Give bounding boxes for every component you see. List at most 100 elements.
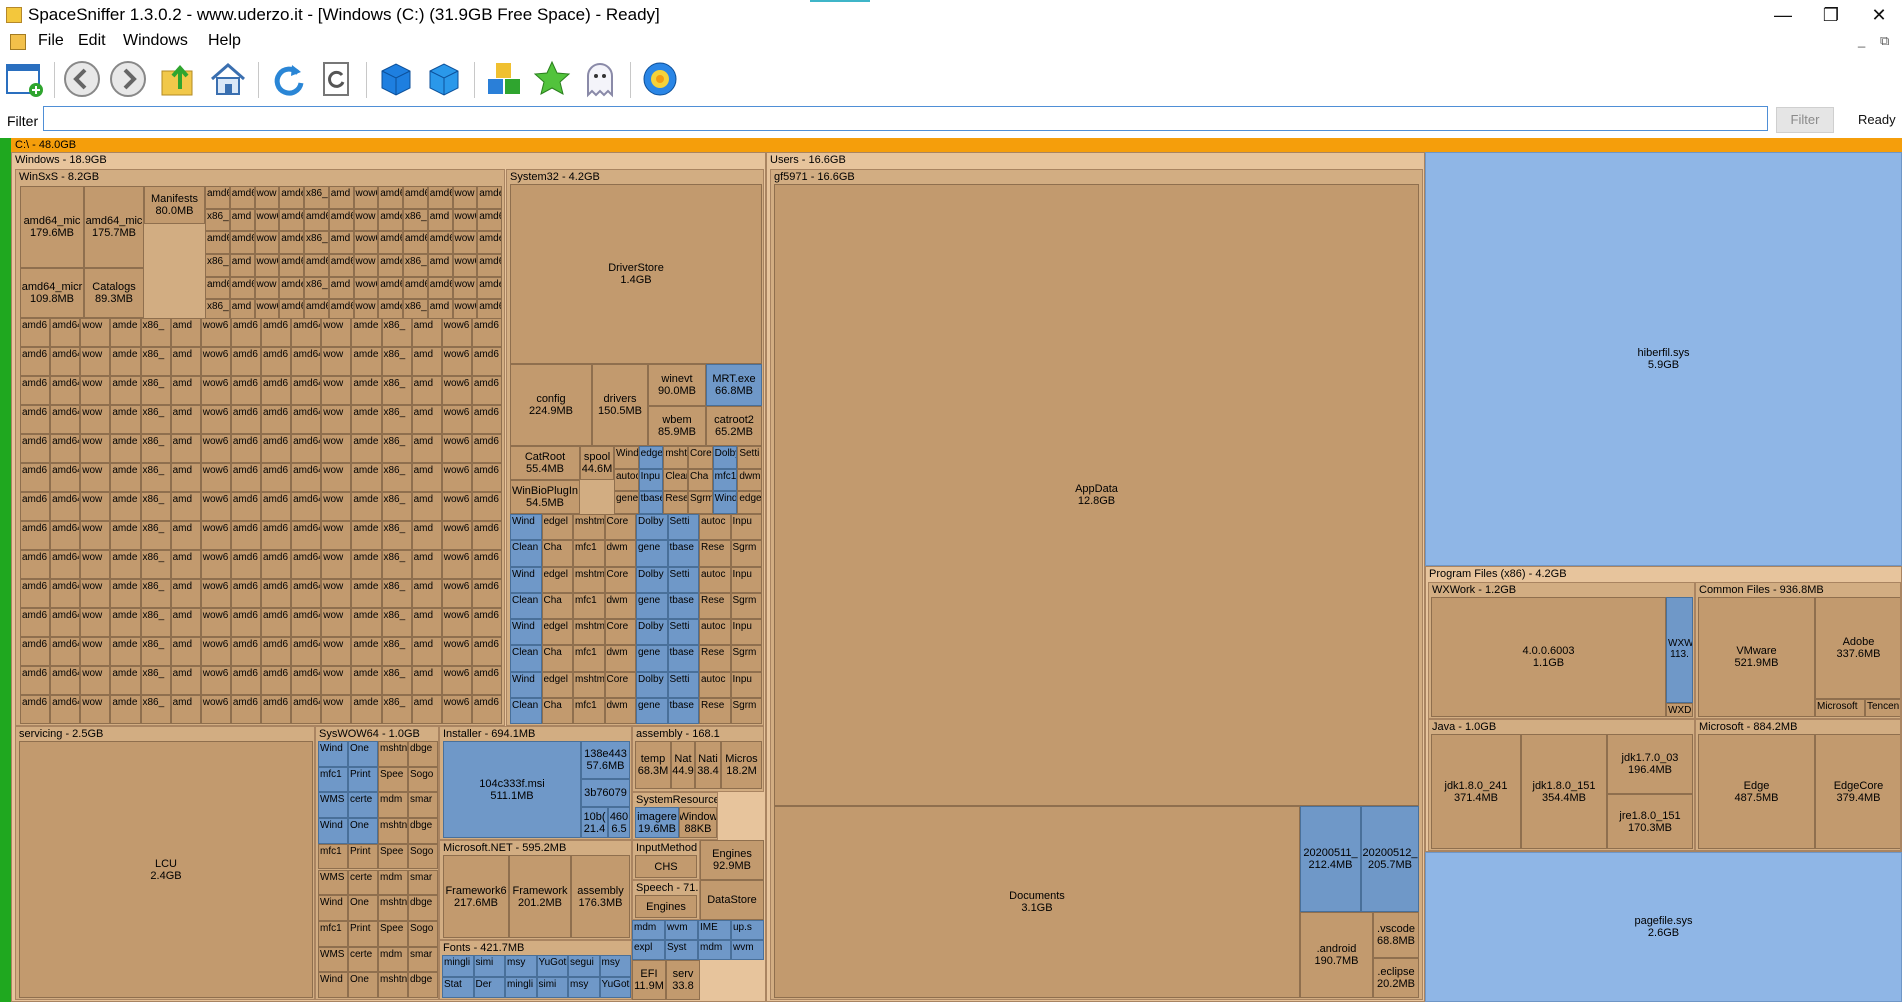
small-file-cell[interactable]: wow (80, 318, 111, 347)
file-spool[interactable]: spool 44.6M (580, 446, 614, 480)
small-file-cell[interactable]: amde (110, 608, 141, 637)
small-file-cell[interactable]: Clean (510, 697, 542, 724)
small-file-cell[interactable]: x86_ (205, 254, 230, 277)
folder-vscode[interactable]: .vscode 68.8MB (1373, 912, 1419, 958)
folder-program-files-x86[interactable]: Program Files (x86) - 4.2GB WXWork - 1.2… (1425, 566, 1902, 852)
small-file-cell[interactable]: wow6 (441, 463, 472, 492)
small-file-cell[interactable]: wow (321, 579, 352, 608)
folder-systemresource[interactable]: SystemResource imagere 19.6MB Window 88KB (632, 792, 718, 840)
small-file-cell[interactable]: amd6 (471, 463, 502, 492)
small-file-cell[interactable]: x86_ (381, 347, 412, 376)
folder-jdk241[interactable]: jdk1.8.0_241 371.4MB (1431, 734, 1521, 849)
small-file-cell[interactable]: wow (321, 550, 352, 579)
small-file-cell[interactable]: amd64 (427, 231, 453, 254)
small-file-cell[interactable]: x86_ (381, 637, 412, 666)
small-file-cell[interactable]: Wind (318, 972, 348, 998)
small-file-cell[interactable]: IME (698, 920, 731, 940)
small-file-cell[interactable]: x86_ (381, 608, 412, 637)
small-file-cell[interactable]: x86_ (140, 637, 171, 666)
small-file-cell[interactable]: Print (348, 920, 378, 947)
small-file-cell[interactable]: amd6 (20, 637, 51, 666)
file-speech-engines[interactable]: Engines (635, 895, 697, 918)
small-file-cell[interactable]: amd64 (291, 434, 322, 463)
folder-inputmethod[interactable]: InputMethod CHS (632, 840, 700, 880)
file-wxw[interactable]: WXW 113. (1666, 597, 1693, 703)
folder-fonts[interactable]: Fonts - 421.7MB minglisimimsyYuGothsegui… (439, 940, 632, 1000)
small-file-cell[interactable]: dbge (408, 741, 438, 767)
file-winsxs-1[interactable]: amd64_mic 179.6MB (20, 186, 84, 268)
small-file-cell[interactable]: amd (170, 347, 201, 376)
small-file-cell[interactable]: Inpu (638, 468, 664, 492)
small-file-cell[interactable]: wow6 (353, 276, 379, 300)
small-file-cell[interactable]: mshtn (378, 972, 408, 998)
small-file-cell[interactable]: wow (321, 695, 352, 724)
small-file-cell[interactable]: amd64 (50, 434, 81, 463)
small-file-cell[interactable]: amd6 (230, 521, 261, 550)
small-file-cell[interactable]: amd6 (20, 521, 51, 550)
small-file-cell[interactable]: amd6 (279, 208, 304, 232)
small-file-cell[interactable]: mshtn (378, 741, 408, 767)
small-file-cell[interactable]: amd6 (471, 666, 502, 695)
small-file-cell[interactable]: wow6 (200, 608, 231, 637)
small-file-cell[interactable]: mshtml (573, 514, 605, 541)
back-icon[interactable] (62, 59, 102, 99)
small-file-cell[interactable]: amde (351, 463, 382, 492)
filter-input[interactable] (43, 106, 1768, 131)
small-file-cell[interactable]: Syst (665, 940, 698, 960)
small-file-cell[interactable]: amd (328, 231, 354, 254)
small-file-cell[interactable]: wow6 (441, 405, 472, 434)
small-file-cell[interactable]: amd6 (477, 208, 502, 232)
small-file-cell[interactable]: mfc1 (573, 540, 605, 567)
small-file-cell[interactable]: x86_ (140, 376, 171, 405)
folder-20200511[interactable]: 20200511_ 212.4MB (1300, 806, 1361, 912)
small-file-cell[interactable]: dbge (408, 895, 438, 921)
small-file-cell[interactable]: wow6 (353, 186, 379, 209)
small-file-cell[interactable]: amd64 (50, 521, 81, 550)
small-file-cell[interactable]: x86_ (140, 666, 171, 695)
small-file-cell[interactable]: wow6 (441, 608, 472, 637)
small-file-cell[interactable]: mfc1 (712, 468, 738, 492)
file-assembly-net[interactable]: assembly 176.3MB (571, 855, 630, 938)
small-file-cell[interactable]: x86_ (140, 521, 171, 550)
small-file-cell[interactable]: amd6 (304, 254, 329, 277)
small-file-cell[interactable]: Sgrm (730, 592, 762, 619)
small-file-cell[interactable]: expl (632, 940, 665, 960)
small-file-cell[interactable]: Core (604, 619, 636, 646)
small-file-cell[interactable]: Spee (378, 766, 408, 793)
small-file-cell[interactable]: mdm (378, 869, 408, 896)
small-file-cell[interactable]: amd6 (230, 666, 261, 695)
small-file-cell[interactable]: Sogo (408, 843, 438, 870)
small-file-cell[interactable]: amd6 (261, 608, 292, 637)
small-file-cell[interactable]: x86_ (381, 405, 412, 434)
small-file-cell[interactable]: amde (351, 318, 382, 347)
small-file-cell[interactable]: Spee (378, 920, 408, 947)
small-file-cell[interactable]: msy (568, 976, 600, 998)
small-file-cell[interactable]: wow6 (200, 637, 231, 666)
small-file-cell[interactable]: amd64 (50, 579, 81, 608)
small-file-cell[interactable]: amde (110, 550, 141, 579)
up-folder-icon[interactable] (158, 59, 198, 99)
small-file-cell[interactable]: gene (614, 491, 639, 514)
small-file-cell[interactable]: wow6 (200, 521, 231, 550)
file-msi-3b76[interactable]: 3b76079 (581, 779, 630, 807)
small-file-cell[interactable]: wow (80, 347, 111, 376)
small-file-cell[interactable]: Core (604, 671, 636, 698)
small-file-cell[interactable]: amd6 (230, 492, 261, 521)
file-nat2[interactable]: Nati 38.4 (695, 741, 721, 789)
small-file-cell[interactable]: Wind (318, 818, 348, 844)
small-file-cell[interactable]: wow6 (441, 666, 472, 695)
folder-appdata[interactable]: AppData 12.8GB (774, 184, 1419, 806)
small-file-cell[interactable]: wow (254, 186, 280, 209)
small-file-cell[interactable]: wow6 (441, 347, 472, 376)
small-file-cell[interactable]: x86_ (403, 254, 428, 277)
small-file-cell[interactable]: amd64 (229, 276, 255, 300)
folder-jre151[interactable]: jre1.8.0_151 170.3MB (1607, 794, 1693, 849)
small-file-cell[interactable]: amde (477, 231, 502, 254)
small-file-cell[interactable]: x86_ (140, 434, 171, 463)
small-file-cell[interactable]: wow6 (200, 405, 231, 434)
small-file-cell[interactable]: amd6 (261, 463, 292, 492)
file-driverstore[interactable]: DriverStore 1.4GB (510, 184, 762, 364)
small-file-cell[interactable]: amde (351, 550, 382, 579)
folder-edge[interactable]: Edge 487.5MB (1698, 734, 1815, 849)
small-file-cell[interactable]: amd6 (230, 550, 261, 579)
